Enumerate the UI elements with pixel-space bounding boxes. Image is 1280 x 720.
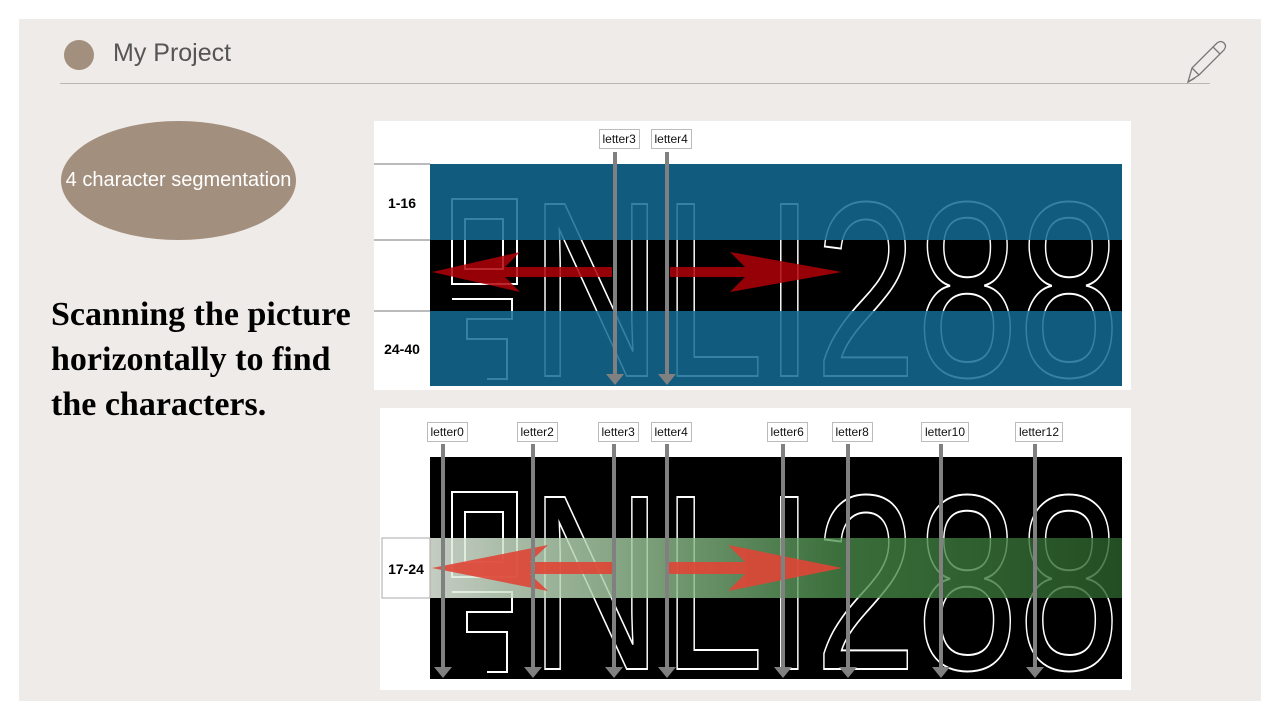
letter-tag: letter12 [1015,422,1064,442]
row-label-24-40: 24-40 [384,341,420,357]
letter-tag: letter2 [516,422,558,442]
letter-tag: letter0 [426,422,468,442]
letter-tag: letter10 [921,422,970,442]
row-label-1-16: 1-16 [387,195,417,211]
letter-tag: letter6 [766,422,808,442]
letter-tag: letter4 [650,422,692,442]
letter-tag: letter8 [831,422,873,442]
segmentation-figures: NLI288 NLI288 [374,121,1131,720]
letter-tag: letter3 [597,422,639,442]
row-label-17-24: 17-24 [388,561,424,577]
letter-tag: letter4 [650,129,692,149]
letter-tag: letter3 [598,129,640,149]
